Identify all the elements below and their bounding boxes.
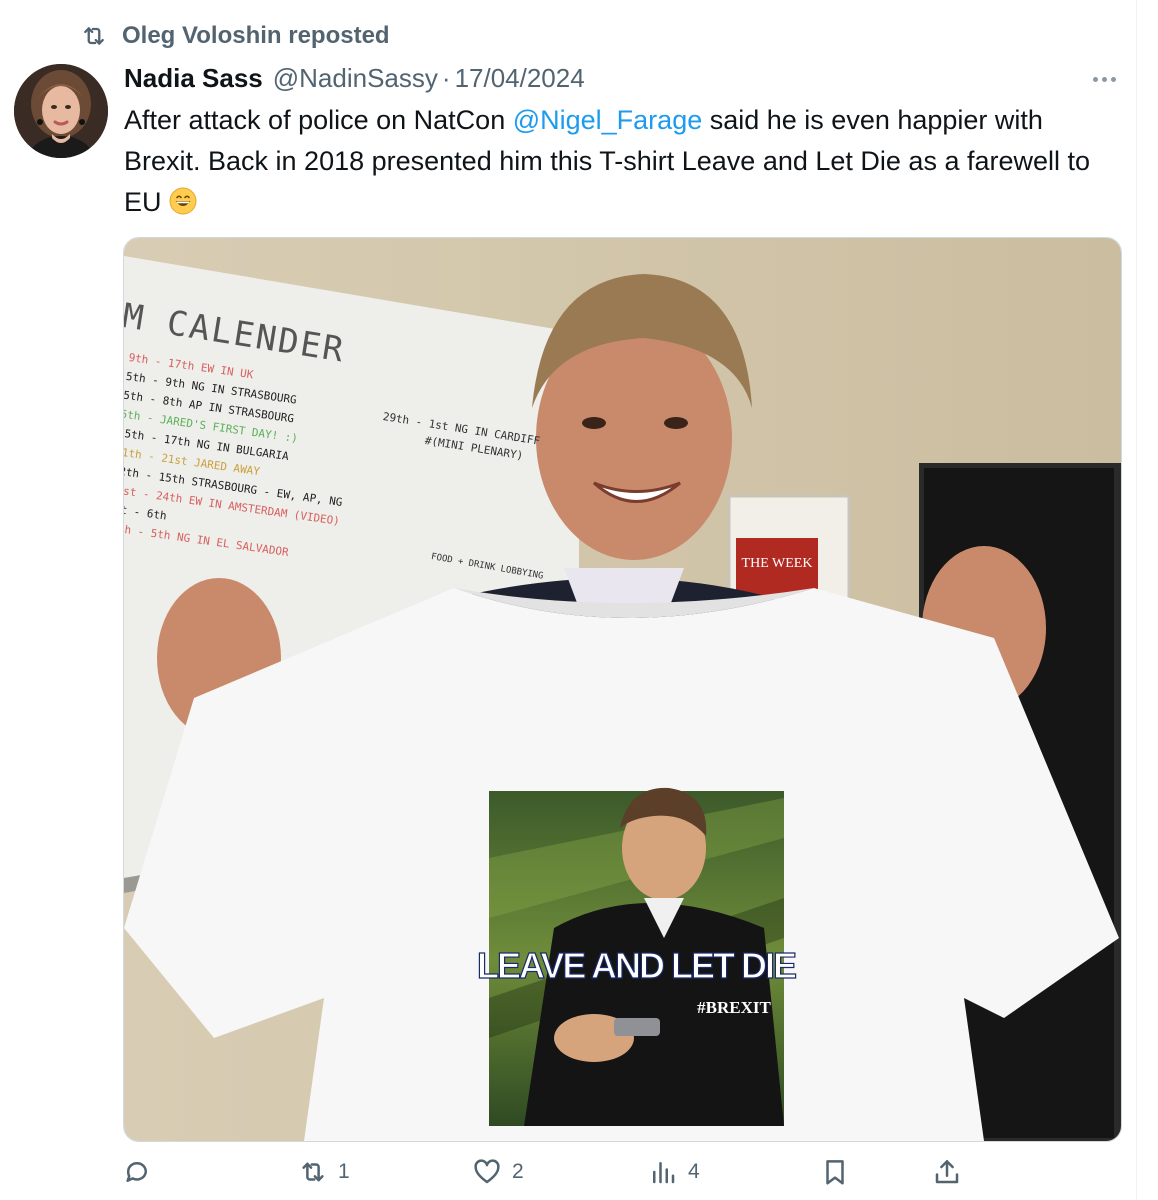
reply-button[interactable]: [122, 1152, 162, 1192]
header-separator: ·: [441, 62, 451, 93]
like-button[interactable]: 2: [472, 1152, 524, 1192]
tweet-actions: 1 2 4: [122, 1152, 1122, 1192]
views-icon: [653, 1162, 675, 1184]
author-handle[interactable]: @NadinSassy: [273, 63, 438, 94]
avatar[interactable]: [14, 64, 108, 158]
more-dot-icon: [1092, 76, 1098, 82]
avatar-image: [14, 64, 108, 158]
bookmark-button[interactable]: [820, 1152, 850, 1192]
views-button[interactable]: 4: [648, 1152, 700, 1192]
repost-label: Oleg Voloshin reposted: [122, 22, 390, 49]
repost-icon: [84, 27, 104, 45]
repost-count: 1: [338, 1160, 350, 1183]
more-options-button[interactable]: [1084, 64, 1124, 94]
share-icon: [935, 1160, 959, 1184]
tweet-text: After attack of police on NatCon @Nigel_…: [124, 100, 1124, 223]
more-dot-icon: [1110, 76, 1116, 82]
tweet-text-part: After attack of police on NatCon: [124, 105, 513, 135]
shirt-hashtag: #BREXIT: [697, 998, 771, 1017]
tweet-header: Nadia Sass @NadinSassy · 17/04/2024: [124, 60, 585, 96]
heart-icon: [474, 1159, 500, 1184]
mention-link[interactable]: @Nigel_Farage: [513, 105, 703, 135]
shirt-title: LEAVE AND LET DIE: [477, 945, 796, 986]
repost-icon: [302, 1162, 324, 1182]
column-border: [1136, 0, 1137, 1200]
reply-icon: [126, 1161, 147, 1182]
more-dot-icon: [1101, 76, 1107, 82]
tweet-media-photo[interactable]: LEAVE AND LET DIE #BREXIT M CALENDER 9th…: [123, 237, 1122, 1142]
tweet-date[interactable]: 17/04/2024: [455, 63, 585, 94]
views-count: 4: [688, 1160, 700, 1183]
author-name[interactable]: Nadia Sass: [124, 63, 263, 94]
repost-button[interactable]: 1: [298, 1152, 350, 1192]
grinning-face-emoji-icon: [169, 187, 197, 215]
repost-indicator[interactable]: Oleg Voloshin reposted: [80, 20, 390, 52]
photo-illustration: LEAVE AND LET DIE #BREXIT: [124, 238, 1121, 1141]
bookmark-icon: [826, 1160, 844, 1185]
share-button[interactable]: [932, 1152, 962, 1192]
like-count: 2: [512, 1160, 524, 1183]
